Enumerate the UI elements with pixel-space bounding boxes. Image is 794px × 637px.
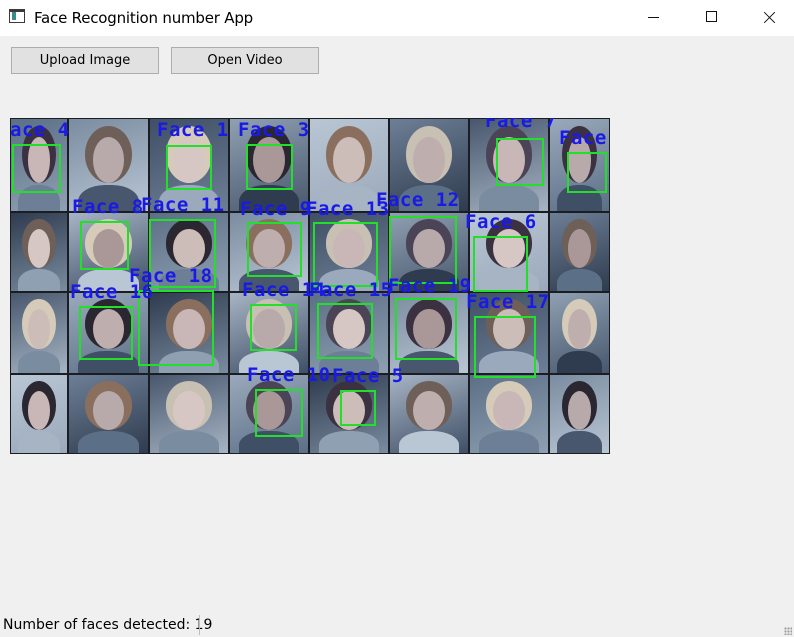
window-title: Face Recognition number App bbox=[34, 9, 253, 27]
face-box-8-right bbox=[567, 152, 607, 193]
face-box-9 bbox=[247, 222, 302, 277]
face-box-8 bbox=[80, 221, 129, 270]
open-video-button[interactable]: Open Video bbox=[171, 47, 319, 74]
face-label-7: Face 7 bbox=[485, 118, 557, 132]
face-box-6 bbox=[473, 236, 528, 292]
close-button[interactable] bbox=[740, 0, 794, 36]
face-label-17: Face 17 bbox=[466, 291, 550, 313]
faces-count-status: Number of faces detected: 19 bbox=[3, 617, 213, 633]
status-divider bbox=[199, 615, 200, 635]
photo-tile bbox=[11, 375, 67, 453]
face-label-9: Face 9 bbox=[240, 198, 312, 220]
app-window: Face Recognition number App Upload Image… bbox=[0, 0, 794, 637]
face-label-1: Face 1 bbox=[157, 119, 229, 141]
app-window-icon bbox=[9, 9, 25, 23]
face-label-19: Face 19 bbox=[388, 275, 472, 297]
photo-tile bbox=[550, 213, 609, 291]
face-box-14 bbox=[250, 304, 297, 351]
face-box-15 bbox=[317, 303, 373, 359]
photo-tile bbox=[150, 375, 228, 453]
minimize-button[interactable] bbox=[624, 0, 682, 36]
status-bar: Number of faces detected: 19 bbox=[0, 613, 794, 637]
title-bar[interactable]: Face Recognition number App bbox=[0, 0, 794, 36]
face-label-10: Face 10 bbox=[247, 364, 331, 386]
face-box-12 bbox=[389, 216, 457, 284]
face-box-7 bbox=[496, 138, 544, 186]
face-label-15: Face 15 bbox=[309, 279, 393, 301]
face-label-12: Face 12 bbox=[376, 189, 460, 211]
photo-tile bbox=[69, 375, 148, 453]
face-label-8: Face 8 bbox=[72, 196, 144, 218]
photo-tile bbox=[550, 375, 609, 453]
photo-tile bbox=[550, 293, 609, 373]
face-label-8-right: Face bbox=[559, 127, 607, 149]
face-box-16 bbox=[79, 306, 133, 360]
face-label-11: Face 11 bbox=[141, 194, 225, 216]
photo-tile bbox=[11, 213, 67, 291]
face-box-13 bbox=[313, 222, 378, 287]
face-label-5: Face 5 bbox=[332, 365, 404, 387]
face-box-4 bbox=[12, 144, 61, 193]
face-label-6: Face 6 bbox=[465, 211, 537, 233]
photo-tile bbox=[11, 293, 67, 373]
upload-image-button[interactable]: Upload Image bbox=[11, 47, 159, 74]
resize-grip-icon[interactable] bbox=[784, 627, 792, 635]
face-label-16: Face 16 bbox=[70, 281, 154, 303]
face-box-3 bbox=[246, 144, 293, 190]
face-box-1 bbox=[166, 145, 212, 190]
face-label-4: ace 4 bbox=[10, 119, 70, 141]
face-box-5 bbox=[340, 390, 376, 426]
detection-image-view: ace 4 Face 1 Face 3 Face 7 Face Face 8 F… bbox=[10, 118, 610, 454]
face-box-17 bbox=[474, 316, 536, 378]
face-label-3: Face 3 bbox=[238, 119, 310, 141]
maximize-button[interactable] bbox=[682, 0, 740, 36]
face-box-10 bbox=[255, 389, 303, 437]
face-box-19 bbox=[395, 298, 457, 360]
photo-tile bbox=[470, 375, 548, 453]
